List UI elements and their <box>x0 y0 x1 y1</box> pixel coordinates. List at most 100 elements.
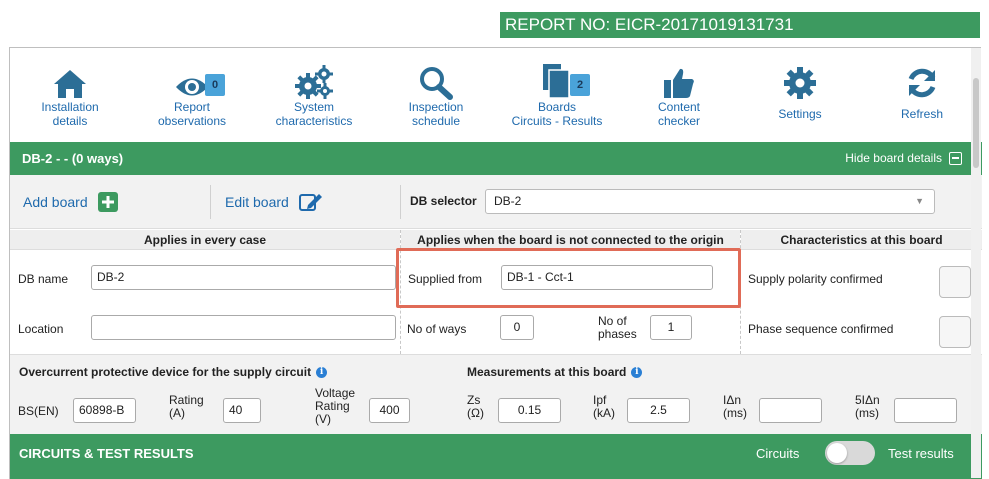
voltage-label-3: (V) <box>315 412 331 426</box>
measurements-title: Measurements at this board i <box>467 365 643 379</box>
divider <box>210 185 211 219</box>
collapse-icon <box>949 151 962 165</box>
toolbar: Installation details 0 Report observations… <box>10 48 982 141</box>
column-header-every-case: Applies in every case <box>10 230 400 250</box>
idn5-field[interactable] <box>894 398 957 423</box>
refresh-label: Refresh <box>900 107 944 121</box>
refresh-icon <box>908 68 936 98</box>
system-label-2: characteristics <box>275 114 353 128</box>
scrollbar-thumb[interactable] <box>973 78 979 168</box>
info-icon[interactable]: i <box>316 366 328 378</box>
idn5-label-2: (ms) <box>855 406 879 420</box>
inspection-label-1: Inspection <box>408 100 464 114</box>
refresh-button[interactable]: Refresh <box>862 58 982 121</box>
idn-label: IΔn (ms) <box>723 394 747 420</box>
system-label-1: System <box>293 100 334 114</box>
board-actions-bar: Add board Edit board DB selector DB-2 ▼ <box>10 175 982 229</box>
idn-field[interactable] <box>759 398 822 423</box>
column-header-characteristics: Characteristics at this board <box>741 230 982 250</box>
info-icon[interactable]: i <box>631 366 643 378</box>
db-selector-dropdown[interactable]: DB-2 ▼ <box>485 189 935 214</box>
no-of-phases-field[interactable]: 1 <box>650 315 692 340</box>
installation-details-button[interactable]: Installation details <box>10 58 130 128</box>
voltage-field[interactable]: 400 <box>369 398 410 423</box>
observations-badge: 0 <box>205 74 225 96</box>
phase-sequence-label: Phase sequence confirmed <box>748 322 894 336</box>
db-name-label: DB name <box>18 272 69 286</box>
divider <box>400 185 401 219</box>
measurements-title-text: Measurements at this board <box>467 365 627 379</box>
content-checker-button[interactable]: Content checker <box>619 58 739 128</box>
rating-field[interactable]: 40 <box>223 398 261 423</box>
add-board-button[interactable]: Add board <box>23 192 118 212</box>
board-title: DB-2 - - (0 ways) <box>22 151 124 166</box>
overcurrent-title-text: Overcurrent protective device for the su… <box>19 365 312 379</box>
board-header: DB-2 - - (0 ways) Hide board details <box>10 142 982 175</box>
hide-board-details-button[interactable]: Hide board details <box>845 151 962 165</box>
db-name-field[interactable]: DB-2 <box>91 265 396 290</box>
ipf-label: Ipf (kA) <box>593 394 615 420</box>
circuits-header: CIRCUITS & TEST RESULTS Circuits Test re… <box>10 434 982 479</box>
db-selector-value: DB-2 <box>494 194 522 208</box>
no-of-ways-field[interactable]: 0 <box>500 315 534 340</box>
test-results-toggle-label: Test results <box>888 446 954 461</box>
location-field[interactable] <box>91 315 396 340</box>
bsen-field[interactable]: 60898-B <box>73 398 136 423</box>
home-icon <box>54 70 86 98</box>
toggle-knob <box>827 443 847 463</box>
report-number-banner: REPORT NO: EICR-20171019131731 <box>500 12 980 38</box>
dropdown-caret-icon: ▼ <box>915 196 924 206</box>
inspection-label-2: schedule <box>411 114 461 128</box>
idn5-label: 5IΔn (ms) <box>855 394 880 420</box>
db-selector-label: DB selector <box>410 194 477 208</box>
supply-polarity-label: Supply polarity confirmed <box>748 272 883 286</box>
main-panel: Installation details 0 Report observations… <box>9 47 982 479</box>
thumbs-up-icon <box>664 68 694 98</box>
plus-square-icon <box>97 192 118 212</box>
no-of-ways-label: No of ways <box>407 322 467 336</box>
boards-circuits-results-button[interactable]: 2 Boards Circuits - Results <box>497 58 617 128</box>
voltage-label: Voltage Rating (V) <box>315 387 355 426</box>
zs-field[interactable]: 0.15 <box>498 398 561 423</box>
idn-label-2: (ms) <box>723 406 747 420</box>
content-label-2: checker <box>657 114 701 128</box>
boards-label-1: Boards <box>537 100 577 114</box>
boards-label-2: Circuits - Results <box>511 114 603 128</box>
rating-label: Rating (A) <box>169 394 204 420</box>
phase-sequence-checkbox[interactable] <box>939 316 971 348</box>
no-of-phases-label: No of phases <box>598 315 637 341</box>
inspection-schedule-button[interactable]: Inspection schedule <box>376 58 496 128</box>
rating-label-2: (A) <box>169 406 185 420</box>
ipf-label-2: (kA) <box>593 406 615 420</box>
add-board-label: Add board <box>23 194 88 210</box>
supply-polarity-checkbox[interactable] <box>939 266 971 298</box>
no-of-phases-label-2: phases <box>598 327 637 341</box>
circuits-results-toggle[interactable] <box>825 441 875 465</box>
scrollbar[interactable] <box>971 48 981 478</box>
system-characteristics-button[interactable]: System characteristics <box>254 58 374 128</box>
zs-label: Zs (Ω) <box>467 394 484 420</box>
bsen-label: BS(EN) <box>18 404 59 418</box>
report-observations-button[interactable]: 0 Report observations <box>132 58 252 128</box>
edit-board-button[interactable]: Edit board <box>225 192 323 212</box>
installation-label-1: Installation <box>41 100 99 114</box>
boards-badge: 2 <box>570 74 590 96</box>
circuits-title: CIRCUITS & TEST RESULTS <box>19 446 194 461</box>
gear-icon <box>784 67 816 99</box>
highlight-box <box>396 248 741 308</box>
content-label-1: Content <box>657 100 701 114</box>
gears-icon <box>295 65 333 99</box>
ipf-field[interactable]: 2.5 <box>627 398 690 423</box>
edit-icon <box>298 194 322 211</box>
search-icon <box>420 67 453 100</box>
hide-board-details-label: Hide board details <box>845 151 942 165</box>
observations-label-1: Report <box>173 100 211 114</box>
location-label: Location <box>18 322 64 336</box>
edit-board-label: Edit board <box>225 194 289 210</box>
measurements-section: Overcurrent protective device for the su… <box>10 354 982 434</box>
installation-label-2: details <box>52 114 88 128</box>
observations-label-2: observations <box>157 114 227 128</box>
column-header-not-connected: Applies when the board is not connected … <box>401 230 740 250</box>
settings-button[interactable]: Settings <box>740 58 860 121</box>
settings-label: Settings <box>778 107 822 121</box>
